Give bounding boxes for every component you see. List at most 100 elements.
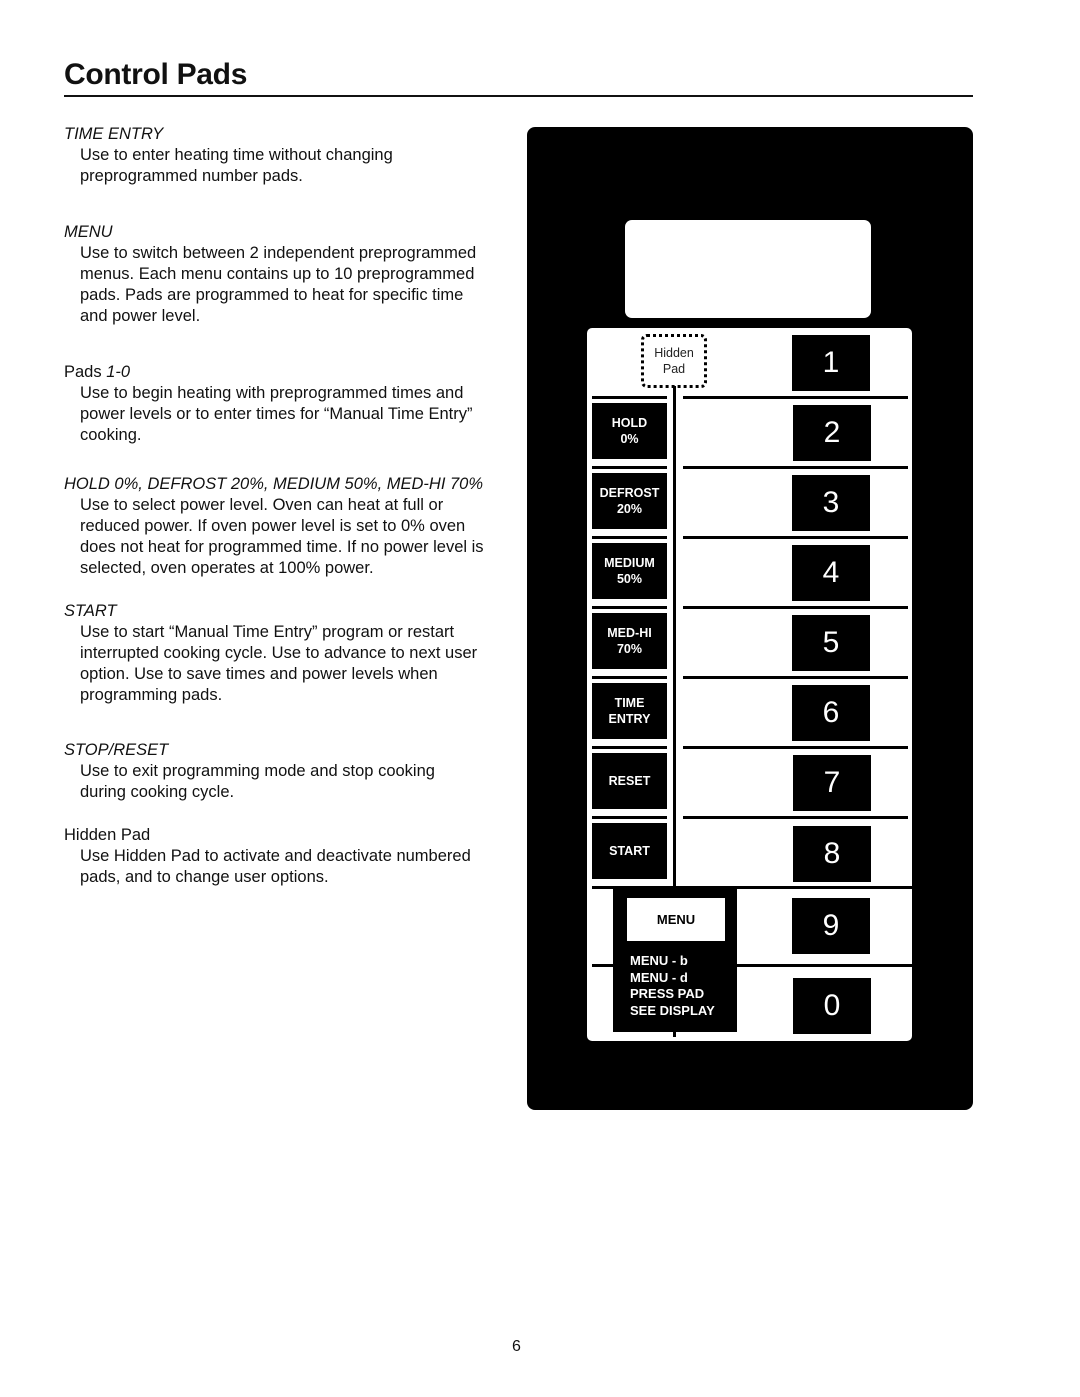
section-menu: MENU Use to switch between 2 independent… <box>64 222 524 327</box>
med-hi-pad[interactable]: MED-HI 70% <box>592 613 667 669</box>
heading-italic: 1-0 <box>106 363 131 381</box>
pad-label: 20% <box>616 502 643 516</box>
control-panel-diagram: Hidden Pad HOLD 0% DEFROST 20% MEDIUM 50… <box>527 127 973 1110</box>
section-hidden-pad: Hidden Pad Use Hidden Pad to activate an… <box>64 825 524 888</box>
section-body: Use to select power level. Oven can heat… <box>64 495 524 579</box>
separator <box>683 606 908 609</box>
medium-pad[interactable]: MEDIUM 50% <box>592 543 667 599</box>
number-pad-6[interactable]: 6 <box>792 685 870 741</box>
body-line: Use to enter heating time without changi… <box>80 146 393 164</box>
number-pad-7[interactable]: 7 <box>793 755 871 811</box>
section-body: Use to enter heating time without changi… <box>64 145 524 187</box>
separator <box>592 466 667 469</box>
number-pad-5[interactable]: 5 <box>792 615 870 671</box>
defrost-pad[interactable]: DEFROST 20% <box>592 473 667 529</box>
section-heading: HOLD 0%, DEFROST 20%, MEDIUM 50%, MED-HI… <box>64 475 484 493</box>
separator <box>592 536 667 539</box>
separator <box>592 676 667 679</box>
page-title: Control Pads <box>64 58 248 91</box>
menu-info-line: SEE DISPLAY <box>630 1002 715 1018</box>
section-pads: Pads 1-0 Use to begin heating with prepr… <box>64 362 524 446</box>
section-heading: Hidden Pad <box>64 826 151 844</box>
pad-label: HOLD <box>611 416 648 430</box>
section-stop-reset: STOP/RESET Use to exit programming mode … <box>64 740 524 803</box>
start-pad[interactable]: START <box>592 823 667 879</box>
pad-label: 70% <box>616 642 643 656</box>
number-pad-1[interactable]: 1 <box>792 335 870 391</box>
hidden-pad-label: Pad <box>662 362 686 376</box>
reset-pad[interactable]: RESET <box>592 753 667 809</box>
pad-label: 50% <box>616 572 643 586</box>
keypad-area: Hidden Pad HOLD 0% DEFROST 20% MEDIUM 50… <box>587 328 912 1041</box>
body-line: power levels or to enter times for “Manu… <box>80 405 473 423</box>
title-divider <box>64 95 973 97</box>
number-pad-9[interactable]: 9 <box>792 898 870 954</box>
body-line: programming pads. <box>80 686 223 704</box>
section-time-entry: TIME ENTRY Use to enter heating time wit… <box>64 124 524 187</box>
body-line: Use to switch between 2 independent prep… <box>80 244 477 262</box>
heading-prefix: Pads <box>64 363 107 381</box>
section-heading: STOP/RESET <box>64 741 169 759</box>
hold-pad[interactable]: HOLD 0% <box>592 403 667 459</box>
section-heading: MENU <box>64 223 113 241</box>
menu-button[interactable]: MENU <box>627 898 725 941</box>
body-line: option. Use to save times and power leve… <box>80 665 438 683</box>
separator <box>683 396 908 399</box>
pad-label: TIME <box>614 696 645 710</box>
body-line: Use to begin heating with preprogrammed … <box>80 384 464 402</box>
separator <box>592 816 667 819</box>
hidden-pad[interactable]: Hidden Pad <box>641 334 707 388</box>
section-body: Use to start “Manual Time Entry” program… <box>64 622 524 706</box>
section-body: Use to begin heating with preprogrammed … <box>64 383 524 446</box>
separator <box>592 746 667 749</box>
body-line: reduced power. If oven power level is se… <box>80 517 466 535</box>
page-number: 6 <box>512 1338 521 1355</box>
display-window <box>625 220 871 318</box>
body-line: and power level. <box>80 307 201 325</box>
pad-label: ENTRY <box>608 712 651 726</box>
body-line: menus. Each menu contains up to 10 prepr… <box>80 265 475 283</box>
section-start: START Use to start “Manual Time Entry” p… <box>64 601 524 706</box>
section-power-levels: HOLD 0%, DEFROST 20%, MEDIUM 50%, MED-HI… <box>64 474 524 579</box>
pad-label: DEFROST <box>599 486 660 500</box>
menu-info-line: MENU - b <box>630 953 688 968</box>
separator <box>683 536 908 539</box>
separator <box>592 396 667 399</box>
number-pad-3[interactable]: 3 <box>792 475 870 531</box>
body-line: pads, and to change user options. <box>80 868 329 886</box>
connector-line <box>673 386 676 889</box>
body-line: pads. Pads are programmed to heat for sp… <box>80 286 464 304</box>
separator <box>683 676 908 679</box>
hidden-pad-label: Hidden <box>654 346 694 360</box>
body-line: Use Hidden Pad to activate and deactivat… <box>80 847 471 865</box>
menu-info-line: MENU - d <box>630 969 688 985</box>
separator <box>592 606 667 609</box>
body-line: selected, oven operates at 100% power. <box>80 559 374 577</box>
time-entry-pad[interactable]: TIME ENTRY <box>592 683 667 739</box>
pad-label: MEDIUM <box>604 556 655 570</box>
separator <box>683 746 908 749</box>
section-heading: TIME ENTRY <box>64 125 164 143</box>
section-body: Use to switch between 2 independent prep… <box>64 243 524 327</box>
body-line: Use to start “Manual Time Entry” program… <box>80 623 455 641</box>
body-line: preprogrammed number pads. <box>80 167 303 185</box>
pad-label: START <box>609 844 650 858</box>
section-body: Use Hidden Pad to activate and deactivat… <box>64 846 524 888</box>
number-pad-8[interactable]: 8 <box>793 826 871 882</box>
body-line: does not heat for programmed time. If no… <box>80 538 484 556</box>
separator <box>683 466 908 469</box>
menu-info: MENU - b MENU - d PRESS PAD SEE DISPLAY <box>630 953 715 1019</box>
number-pad-2[interactable]: 2 <box>793 405 871 461</box>
number-pad-4[interactable]: 4 <box>792 545 870 601</box>
menu-block: MENU MENU - b MENU - d PRESS PAD SEE DIS… <box>613 889 737 1032</box>
section-heading: START <box>64 602 117 620</box>
body-line: during cooking cycle. <box>80 783 235 801</box>
body-line: cooking. <box>80 426 142 444</box>
number-pad-0[interactable]: 0 <box>793 978 871 1034</box>
pad-label: MED-HI <box>607 626 652 640</box>
pad-label: 0% <box>620 432 639 446</box>
pad-label: RESET <box>608 774 651 788</box>
menu-info-line: PRESS PAD <box>630 986 705 1001</box>
section-body: Use to exit programming mode and stop co… <box>64 761 524 803</box>
body-line: Use to select power level. Oven can heat… <box>80 496 444 514</box>
